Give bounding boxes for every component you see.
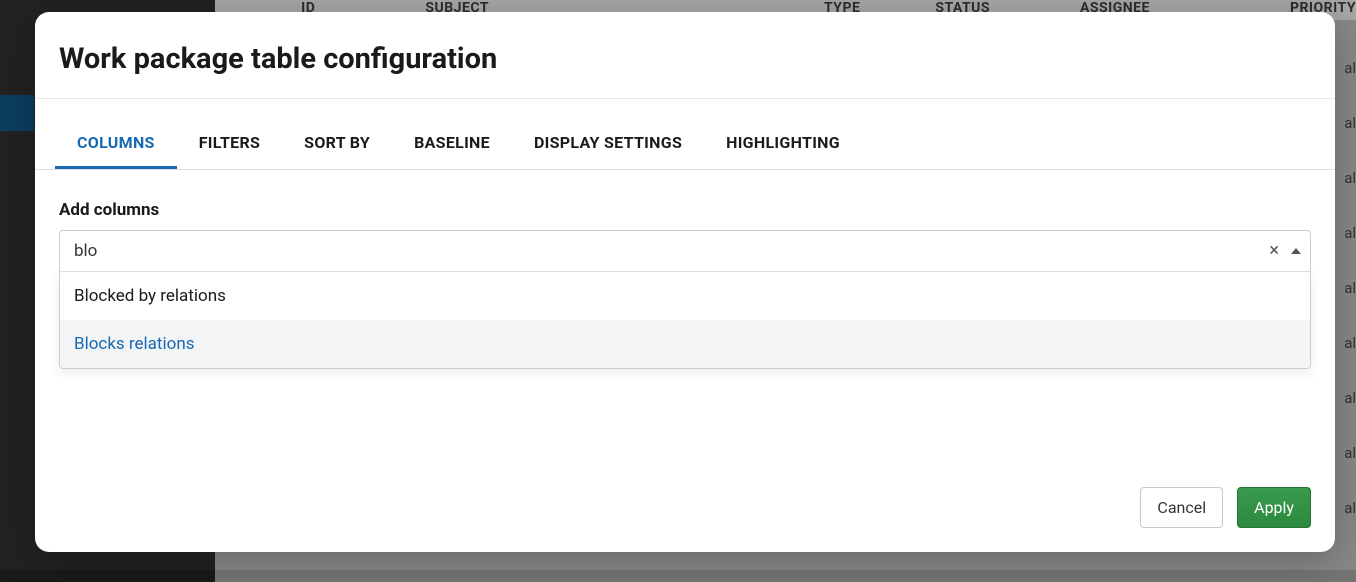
tab-columns[interactable]: COLUMNS (55, 121, 177, 169)
config-modal: Work package table configuration COLUMNS… (35, 12, 1335, 552)
dropdown-option-blocked-by[interactable]: Blocked by relations (60, 272, 1310, 320)
dropdown-option-blocks[interactable]: Blocks relations (60, 320, 1310, 368)
column-select-wrap: × (59, 230, 1311, 272)
apply-button[interactable]: Apply (1237, 487, 1311, 528)
tab-filters[interactable]: FILTERS (177, 121, 282, 169)
modal-body: Add columns × Blocked by relations Block… (35, 170, 1335, 487)
tab-sort-by[interactable]: SORT BY (282, 121, 392, 169)
caret-up-icon[interactable] (1291, 248, 1301, 254)
modal-footer: Cancel Apply (35, 487, 1335, 552)
bg-sidebar-active-indicator (0, 95, 34, 131)
modal-tabs: COLUMNS FILTERS SORT BY BASELINE DISPLAY… (35, 121, 1335, 170)
column-search-input[interactable] (59, 230, 1311, 272)
tab-baseline[interactable]: BASELINE (392, 121, 512, 169)
tab-highlighting[interactable]: HIGHLIGHTING (704, 121, 862, 169)
modal-title: Work package table configuration (35, 12, 1335, 99)
select-controls: × (1269, 242, 1301, 260)
tab-display-settings[interactable]: DISPLAY SETTINGS (512, 121, 704, 169)
bg-right-fragments: al al al al al al al al al (1344, 40, 1356, 535)
clear-icon[interactable]: × (1269, 242, 1279, 260)
column-dropdown: Blocked by relations Blocks relations (59, 272, 1311, 369)
cancel-button[interactable]: Cancel (1140, 487, 1223, 528)
add-columns-label: Add columns (59, 200, 1311, 220)
